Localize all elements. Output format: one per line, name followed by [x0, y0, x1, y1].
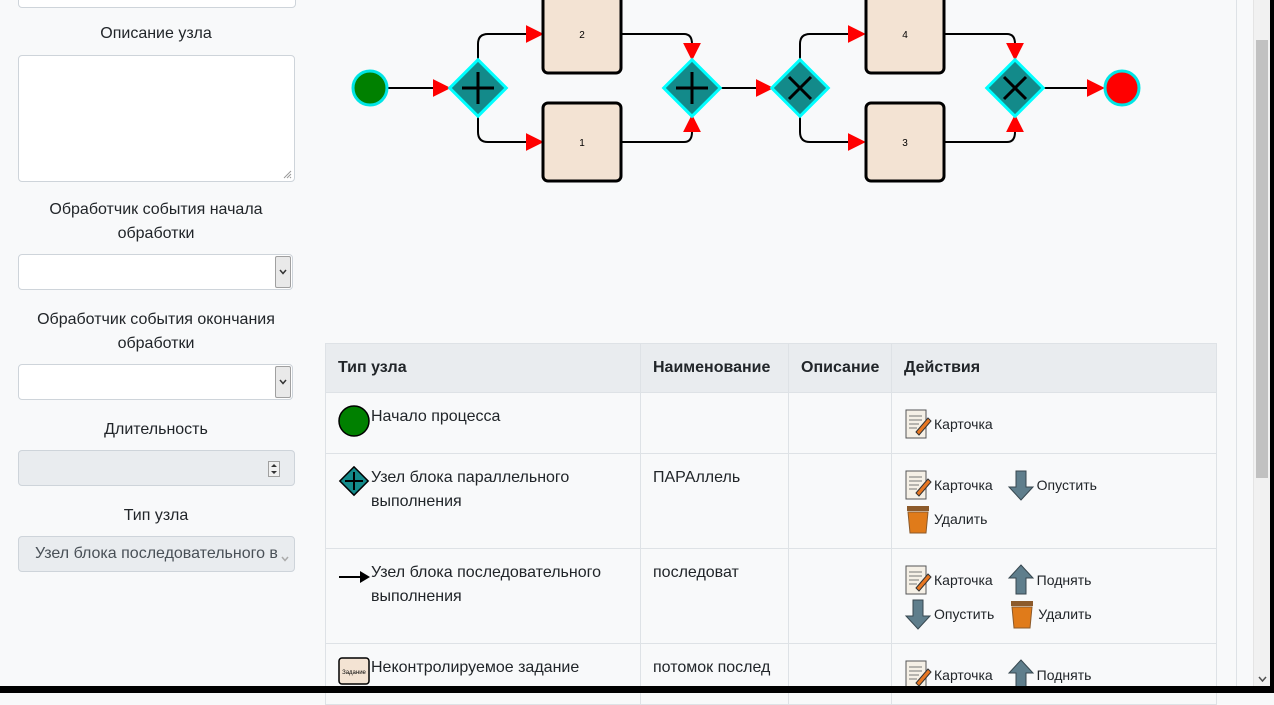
chevron-down-icon[interactable]: [275, 366, 291, 398]
task-3[interactable]: 3: [864, 101, 946, 183]
svg-text:Задание: Задание: [342, 670, 366, 676]
panel-divider: [1236, 0, 1237, 693]
vertical-scrollbar[interactable]: [1253, 0, 1271, 693]
window-bottom-edge: [0, 686, 1274, 693]
scroll-down-icon[interactable]: [1258, 674, 1267, 685]
arrow-down-icon: [1007, 470, 1034, 501]
window-edge: [1270, 0, 1274, 693]
trash-icon: [1011, 601, 1034, 629]
start-event[interactable]: [351, 69, 389, 107]
svg-text:3: 3: [902, 138, 908, 149]
parallel-gateway-join[interactable]: [661, 57, 723, 119]
task-4[interactable]: 4: [864, 0, 946, 75]
edit-card-icon: [905, 565, 932, 595]
header-description: Описание: [788, 343, 892, 393]
scrollbar-thumb[interactable]: [1256, 40, 1268, 478]
svg-text:2: 2: [579, 30, 585, 41]
task-1[interactable]: 1: [541, 101, 623, 183]
node-name-input[interactable]: [18, 0, 296, 8]
svg-text:1: 1: [579, 138, 585, 149]
edit-card-icon: [905, 470, 932, 500]
trash-icon: [907, 506, 929, 534]
exclusive-gateway-join[interactable]: [984, 57, 1046, 119]
svg-text:4: 4: [902, 30, 908, 41]
nodes-table: Тип узла Наименование Описание Действия …: [325, 343, 1217, 705]
task-2[interactable]: 2: [541, 0, 623, 75]
node-properties-panel: Описание узла Обработчик события начала …: [0, 0, 312, 693]
table-row: Начало процесса Карточка: [325, 392, 1217, 454]
table-header: Тип узла Наименование Описание Действия: [325, 343, 1217, 393]
parallel-gateway-split[interactable]: [447, 57, 509, 119]
delete-button[interactable]: Удалить: [904, 502, 987, 536]
card-button[interactable]: Карточка: [904, 563, 993, 597]
table-row: Задание Неконтролируемое задание потомок…: [325, 643, 1217, 705]
chevron-down-icon[interactable]: [275, 256, 291, 288]
table-row: Узел блока последовательного выполнения …: [325, 548, 1217, 644]
node-type-label: Тип узла: [123, 507, 189, 524]
start-handler-select[interactable]: [18, 254, 293, 290]
header-node-type: Тип узла: [325, 343, 641, 393]
end-handler-label: Обработчик события окончания обработки: [37, 311, 275, 352]
start-event-icon: [338, 405, 370, 437]
spinner-icon: [268, 461, 280, 477]
header-name: Наименование: [640, 343, 789, 393]
node-type-select: Узел блока последовательного выполнения: [18, 536, 295, 572]
process-diagram: 2 1 4 3: [351, 0, 1141, 183]
duration-label: Длительность: [104, 421, 208, 438]
end-event[interactable]: [1103, 69, 1141, 107]
parallel-gateway-icon: [338, 466, 370, 497]
task-icon: Задание: [338, 657, 370, 685]
resize-grip-icon[interactable]: [283, 170, 292, 179]
move-down-button[interactable]: Опустить: [1007, 468, 1097, 502]
card-button[interactable]: Карточка: [904, 468, 993, 502]
description-textarea[interactable]: [18, 55, 295, 182]
exclusive-gateway-split[interactable]: [769, 57, 831, 119]
header-actions: Действия: [891, 343, 1217, 393]
edit-card-icon: [905, 409, 932, 439]
duration-input: [18, 450, 295, 486]
start-handler-label: Обработчик события начала обработки: [49, 201, 263, 242]
delete-button[interactable]: Удалить: [1008, 597, 1092, 631]
table-row: Узел блока параллельного выполнения ПАРА…: [325, 453, 1217, 549]
end-handler-select[interactable]: [18, 364, 293, 400]
arrow-up-icon: [1007, 564, 1034, 595]
move-down-button[interactable]: Опустить: [904, 597, 994, 631]
description-label: Описание узла: [100, 25, 212, 42]
move-up-button[interactable]: Поднять: [1007, 563, 1091, 597]
arrow-down-icon: [904, 599, 932, 630]
sequence-arrow-icon: [339, 571, 370, 583]
chevron-down-icon: [281, 549, 289, 567]
card-button[interactable]: Карточка: [904, 407, 993, 441]
